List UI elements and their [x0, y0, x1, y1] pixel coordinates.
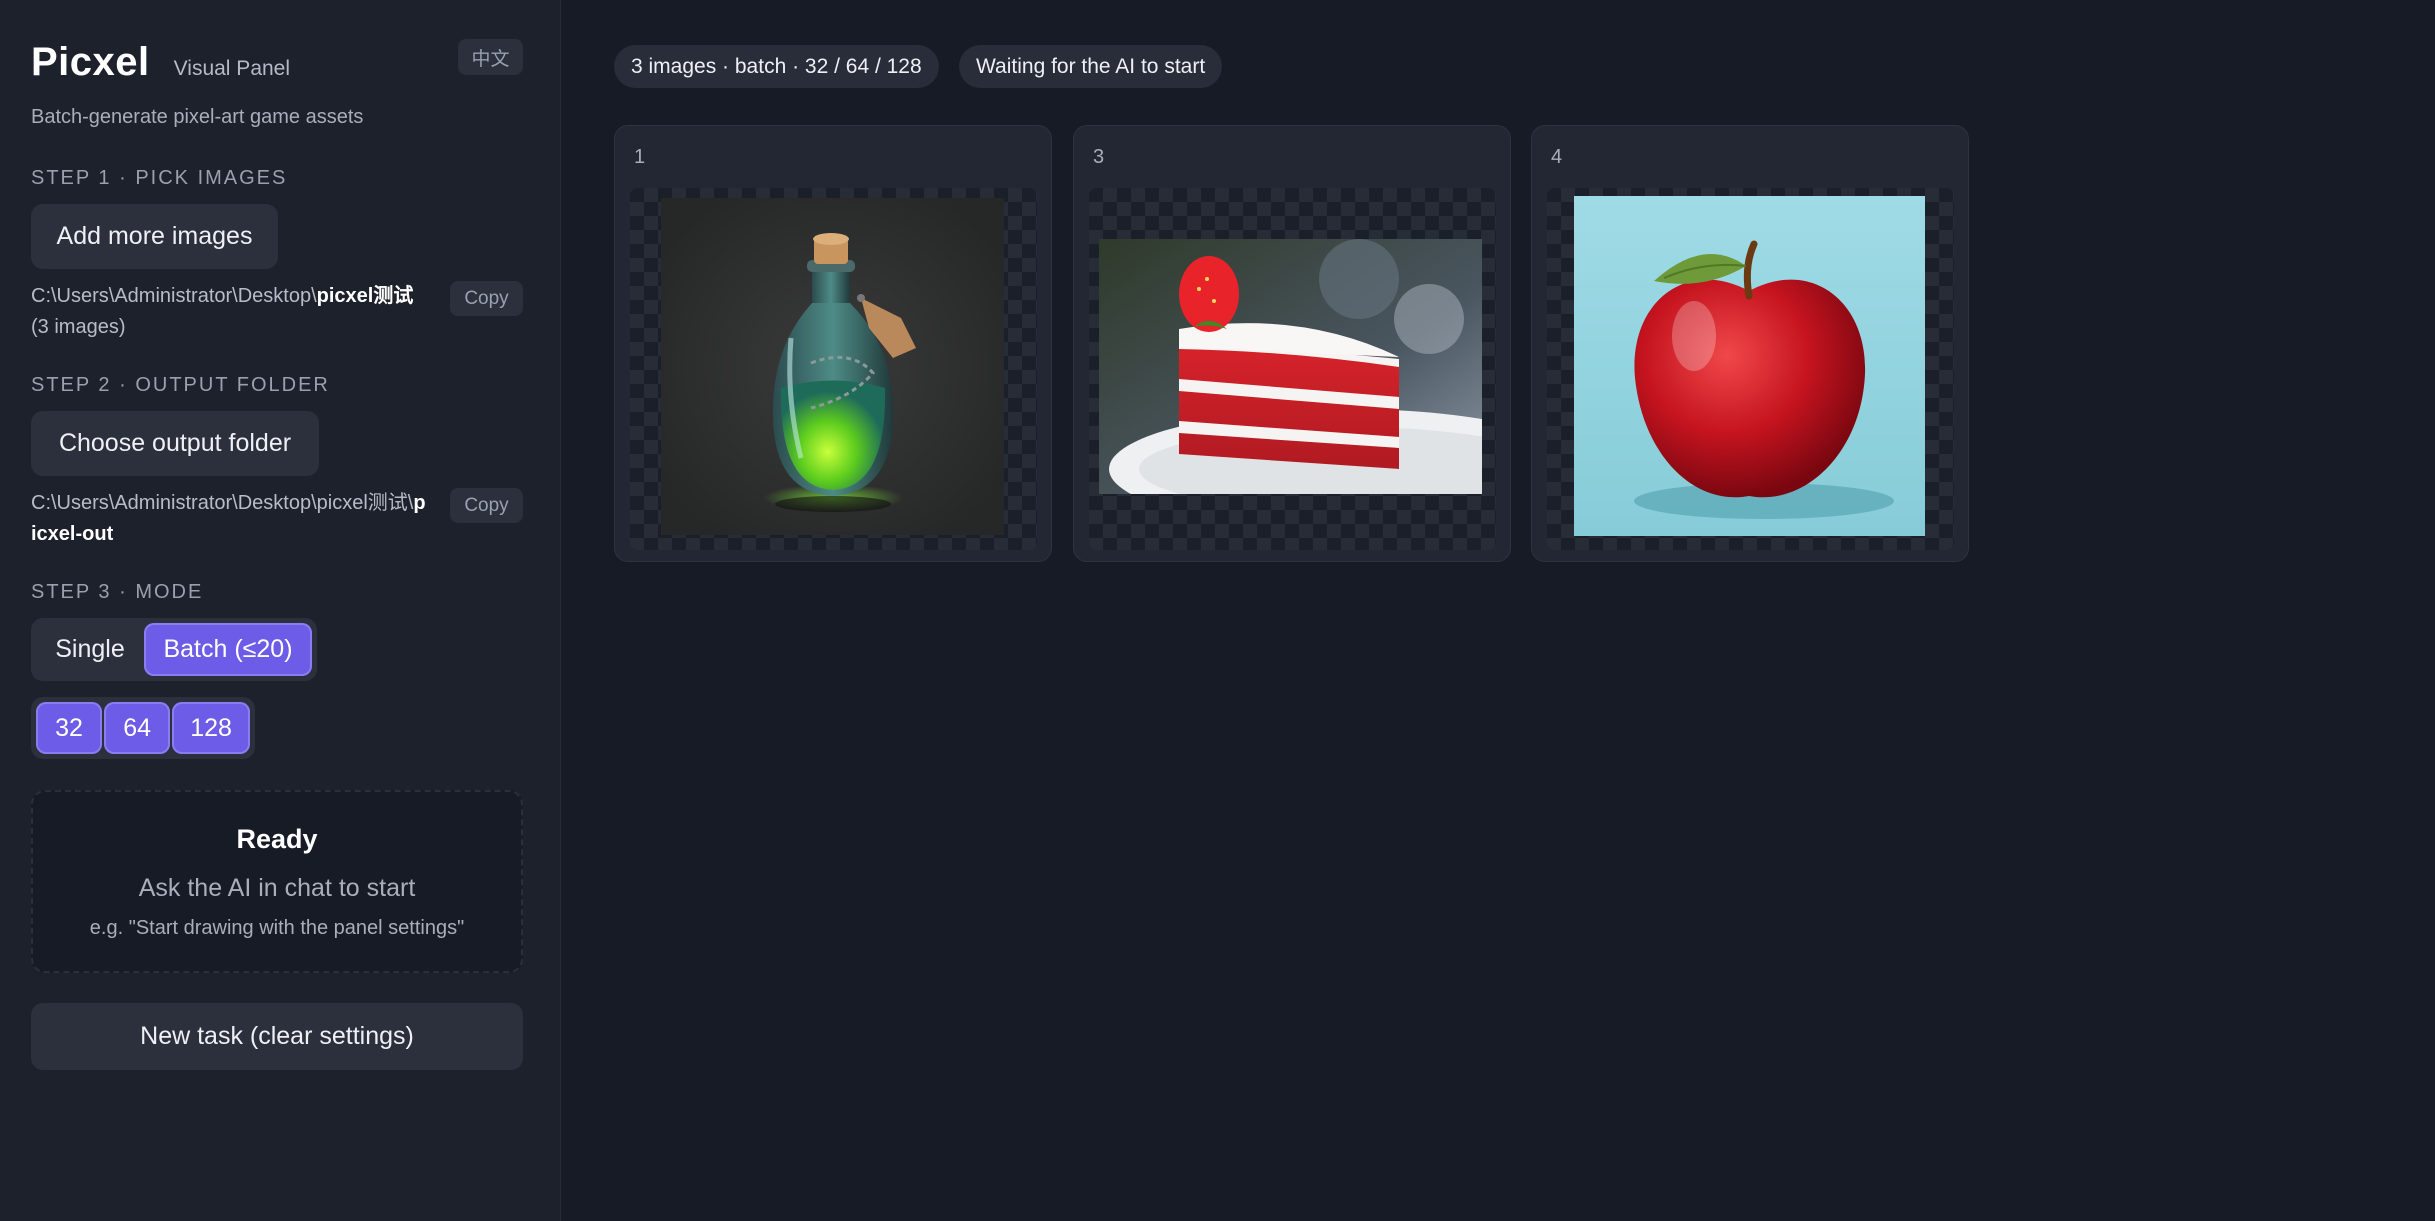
status-badge: Waiting for the AI to start	[959, 45, 1223, 88]
new-task-button[interactable]: New task (clear settings)	[31, 1003, 523, 1070]
card-index: 1	[634, 146, 646, 168]
language-toggle-button[interactable]: 中文	[458, 39, 523, 75]
mode-batch-option[interactable]: Batch (≤20)	[144, 623, 312, 676]
output-path-prefix: C:\Users\Administrator\Desktop\picxel测试\	[31, 492, 414, 514]
size-128-option[interactable]: 128	[172, 702, 250, 754]
summary-badge: 3 images · batch · 32 / 64 / 128	[614, 45, 939, 88]
choose-output-folder-button[interactable]: Choose output folder	[31, 411, 319, 476]
copy-output-path-button[interactable]: Copy	[450, 488, 523, 523]
mode-selector: Single Batch (≤20)	[31, 618, 317, 681]
status-message: Ask the AI in chat to start	[138, 874, 416, 902]
size-selector: 32 64 128	[31, 697, 255, 759]
add-images-button[interactable]: Add more images	[31, 204, 278, 269]
image-card[interactable]: 3	[1073, 125, 1511, 562]
status-title: Ready	[236, 824, 318, 854]
status-hint: e.g. "Start drawing with the panel setti…	[89, 917, 465, 939]
step3-label: STEP 3 · MODE	[31, 581, 204, 603]
red-velvet-cake-image	[1099, 239, 1482, 494]
mode-single-option[interactable]: Single	[36, 623, 144, 676]
potion-bottle-image	[661, 198, 1004, 535]
image-preview	[1547, 188, 1954, 550]
input-path-count: (3 images)	[31, 316, 126, 338]
image-preview	[630, 188, 1037, 550]
image-card[interactable]: 1	[614, 125, 1052, 562]
image-preview	[1089, 188, 1496, 550]
red-apple-image	[1574, 196, 1925, 536]
card-index: 3	[1093, 146, 1105, 168]
output-path: C:\Users\Administrator\Desktop\picxel测试\…	[31, 488, 431, 550]
sidebar: Picxel Visual Panel 中文 Batch-generate pi…	[0, 0, 561, 1221]
input-path-folder: picxel测试	[316, 285, 414, 307]
brand: Picxel Visual Panel	[31, 40, 290, 85]
input-path: C:\Users\Administrator\Desktop\picxel测试 …	[31, 281, 431, 343]
app-tagline: Batch-generate pixel-art game assets	[31, 106, 364, 128]
input-path-prefix: C:\Users\Administrator\Desktop\	[31, 285, 317, 307]
app-title: Picxel	[31, 40, 150, 84]
copy-input-path-button[interactable]: Copy	[450, 281, 523, 316]
app-subtitle: Visual Panel	[173, 57, 291, 80]
size-64-option[interactable]: 64	[104, 702, 171, 754]
size-32-option[interactable]: 32	[36, 702, 103, 754]
image-card[interactable]: 4	[1531, 125, 1969, 562]
status-card: Ready Ask the AI in chat to start e.g. "…	[31, 790, 523, 973]
step2-label: STEP 2 · OUTPUT FOLDER	[31, 374, 330, 396]
step1-label: STEP 1 · PICK IMAGES	[31, 167, 288, 189]
card-index: 4	[1551, 146, 1563, 168]
